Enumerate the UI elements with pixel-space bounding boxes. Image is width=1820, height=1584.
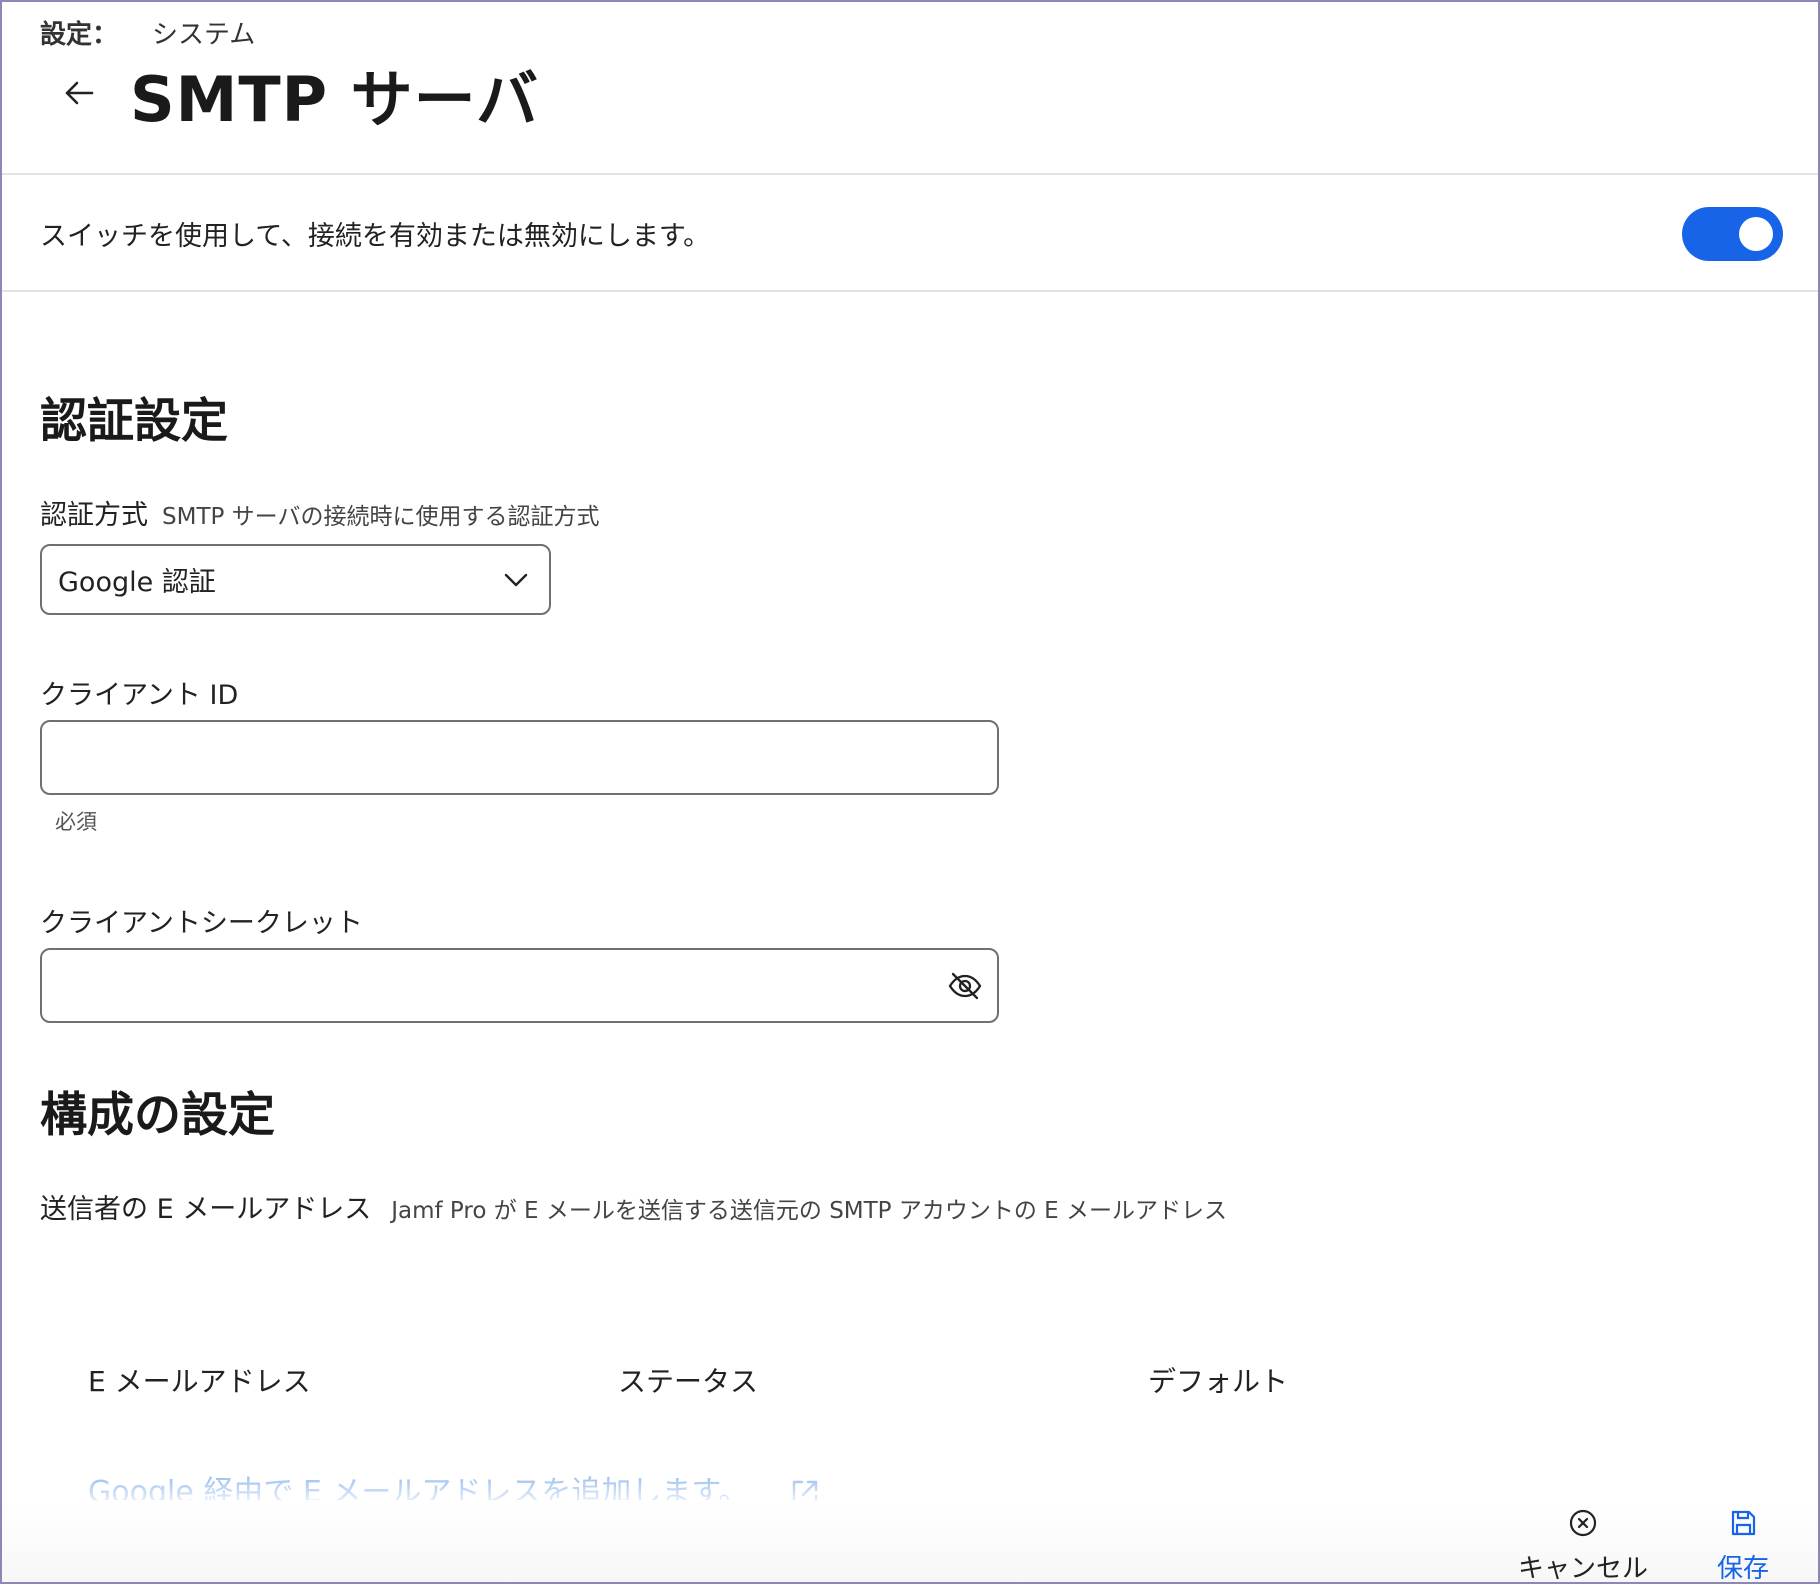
breadcrumb-current[interactable]: システム <box>152 14 255 51</box>
breadcrumb-root[interactable]: 設定： <box>40 14 118 51</box>
sender-email-label: 送信者の E メールアドレス <box>40 1194 372 1225</box>
auth-method-select[interactable]: Google 認証 <box>40 544 551 615</box>
cancel-label: キャンセル <box>1518 1554 1649 1584</box>
client-secret-field <box>40 948 999 1023</box>
auth-method-hint: SMTP サーバの接続時に使用する認証方式 <box>162 504 600 530</box>
page-title: SMTP サーバ <box>130 63 540 136</box>
arrow-left-icon <box>65 81 94 105</box>
cancel-button[interactable]: キャンセル <box>1518 1508 1648 1584</box>
client-secret-label: クライアントシークレット <box>40 908 363 939</box>
auth-method-label: 認証方式 <box>40 500 148 531</box>
chevron-down-icon <box>504 573 528 587</box>
auth-method-value: Google 認証 <box>58 567 216 598</box>
column-header-email: E メールアドレス <box>88 1365 311 1398</box>
client-id-required-note: 必須 <box>55 810 97 834</box>
eye-off-icon[interactable] <box>947 970 983 1002</box>
toggle-divider <box>2 290 1818 292</box>
breadcrumb: 設定： システム <box>40 14 255 51</box>
connection-toggle-description: スイッチを使用して、接続を有効または無効にします。 <box>40 221 711 252</box>
sender-email-hint: Jamf Pro が E メールを送信する送信元の SMTP アカウントの E … <box>391 1198 1228 1224</box>
toggle-knob <box>1739 217 1773 251</box>
auth-section-title: 認証設定 <box>40 394 228 449</box>
connection-toggle[interactable] <box>1682 207 1783 261</box>
column-header-status: ステータス <box>618 1365 759 1398</box>
client-secret-input[interactable] <box>42 950 942 1021</box>
client-id-input[interactable] <box>40 720 999 795</box>
client-id-label: クライアント ID <box>40 680 239 711</box>
close-circle-icon <box>1569 1509 1597 1537</box>
sender-email-label-row: 送信者の E メールアドレス Jamf Pro が E メールを送信する送信元の … <box>40 1187 1227 1226</box>
header-divider <box>2 173 1818 175</box>
save-button[interactable]: 保存 <box>1717 1508 1769 1584</box>
auth-method-label-row: 認証方式 SMTP サーバの接続時に使用する認証方式 <box>40 493 599 532</box>
config-section-title: 構成の設定 <box>40 1088 275 1143</box>
back-button[interactable] <box>56 70 102 116</box>
save-icon <box>1731 1510 1756 1536</box>
column-header-default: デフォルト <box>1148 1365 1289 1398</box>
save-label: 保存 <box>1717 1554 1770 1584</box>
